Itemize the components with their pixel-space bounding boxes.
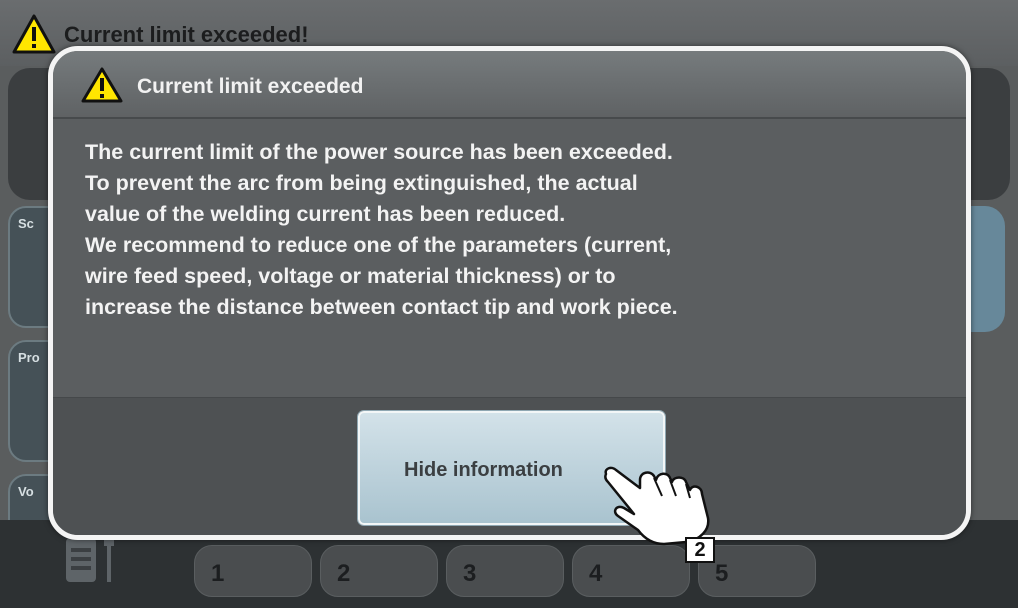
warning-triangle-icon (81, 67, 123, 108)
step-number-badge: 2 (685, 537, 715, 563)
tab-label: 4 (589, 560, 603, 587)
dialog-title: Current limit exceeded (137, 75, 364, 98)
side-button-label: Sc (18, 216, 34, 231)
message-line: wire feed speed, voltage or material thi… (85, 264, 616, 288)
tab-label: 3 (463, 560, 477, 587)
side-button-label: Pro (18, 350, 40, 365)
message-line: The current limit of the power source ha… (85, 140, 673, 164)
tab-2[interactable]: 2 (320, 545, 438, 597)
tab-5[interactable]: 5 (698, 545, 816, 597)
dialog-footer: Hide information (53, 397, 966, 535)
tab-1[interactable]: 1 (194, 545, 312, 597)
tab-3[interactable]: 3 (446, 545, 564, 597)
tab-label: 5 (715, 560, 729, 587)
tab-4[interactable]: 4 (572, 545, 690, 597)
dialog-body: The current limit of the power source ha… (53, 119, 966, 397)
message-line: To prevent the arc from being extinguish… (85, 171, 638, 195)
dialog-header: Current limit exceeded (53, 51, 966, 119)
message-line: increase the distance between contact ti… (85, 295, 678, 319)
warning-triangle-icon (12, 14, 56, 59)
tab-label: 1 (211, 560, 225, 587)
current-limit-dialog: Current limit exceeded The current limit… (48, 46, 971, 540)
message-line: We recommend to reduce one of the parame… (85, 233, 672, 257)
side-button-label: Vo (18, 484, 34, 499)
hide-information-label: Hide information (404, 459, 563, 481)
tab-label: 2 (337, 560, 351, 587)
dialog-message: The current limit of the power source ha… (85, 137, 845, 323)
message-line: value of the welding current has been re… (85, 202, 566, 226)
status-title: Current limit exceeded! (64, 22, 309, 47)
